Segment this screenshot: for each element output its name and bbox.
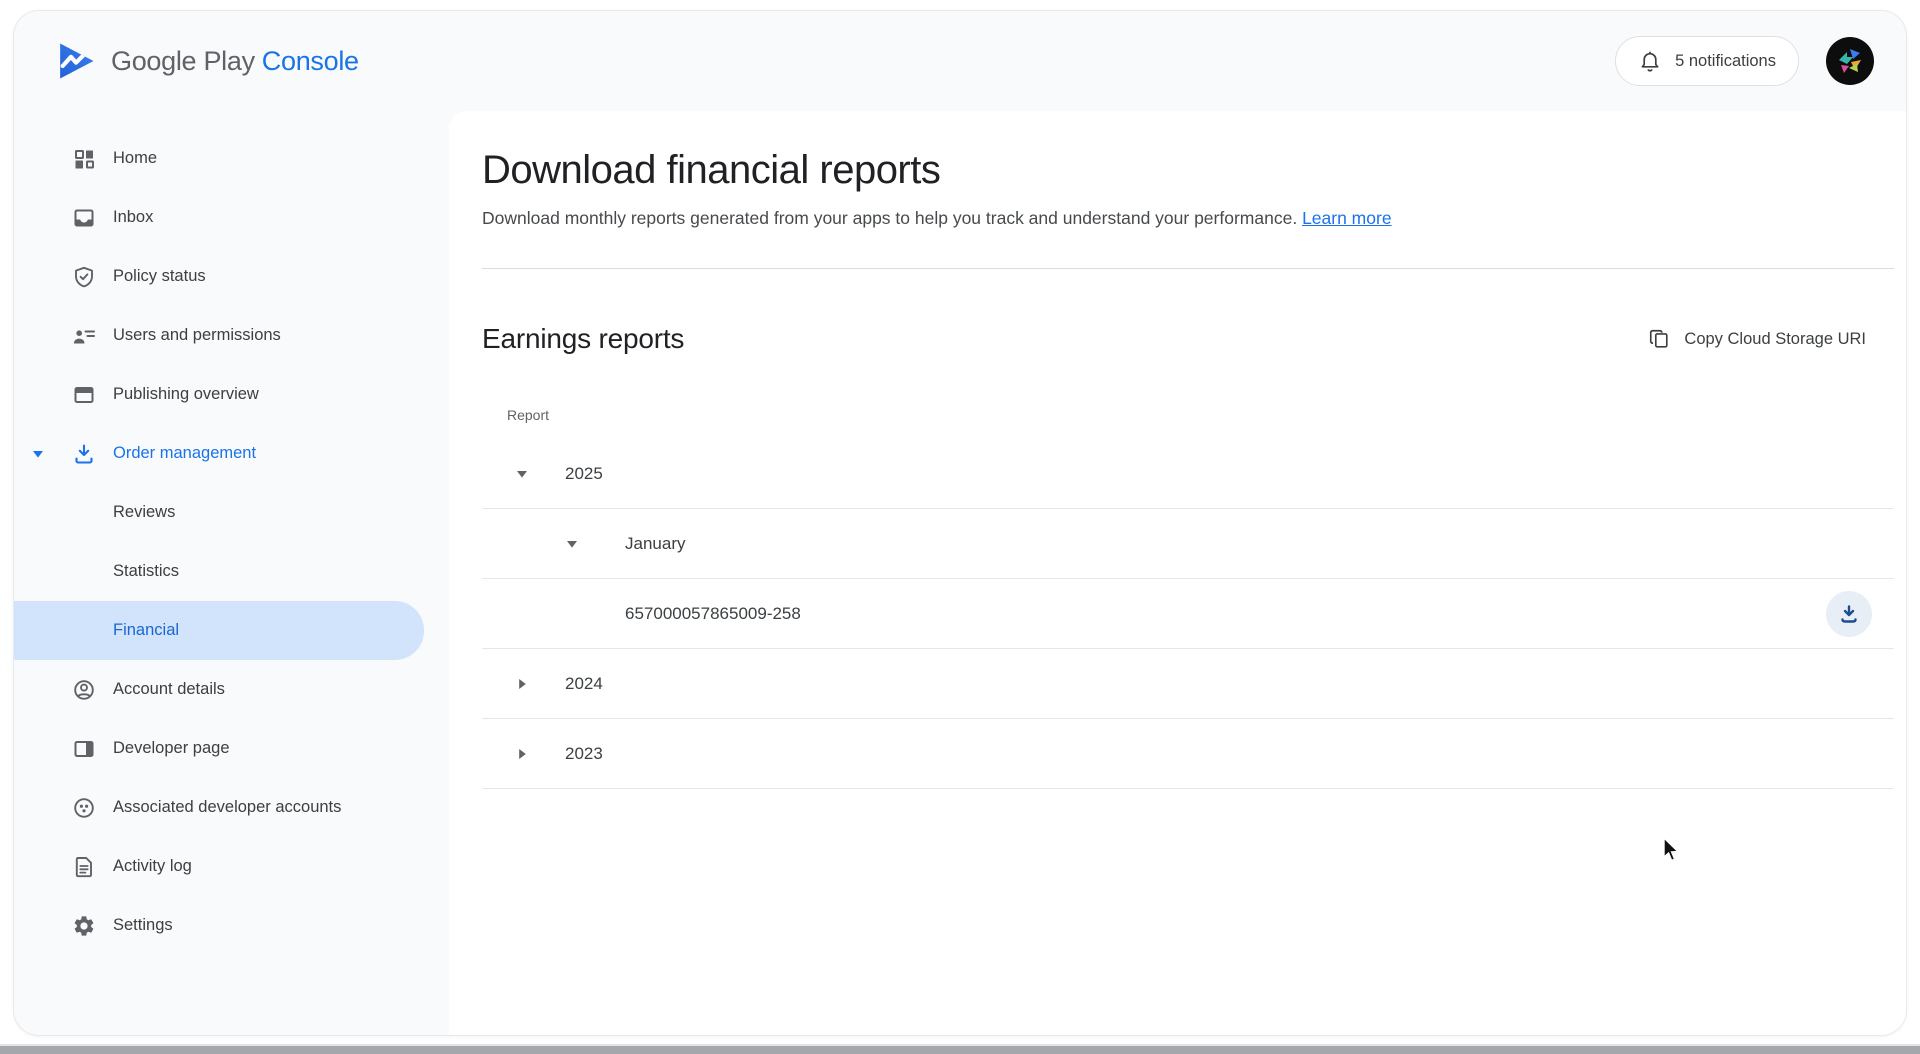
activity-log-icon: [72, 855, 96, 879]
download-icon: [72, 442, 96, 466]
earnings-reports-table: Report 2025January657000057865009-258202…: [482, 407, 1894, 789]
shield-check-icon: [72, 265, 96, 289]
row-label: 2024: [565, 674, 603, 694]
dashboard-icon: [72, 147, 96, 171]
section-divider: [482, 268, 1894, 269]
download-report-button[interactable]: [1826, 591, 1872, 637]
sidebar-item-reviews[interactable]: Reviews: [14, 483, 449, 542]
sidebar-item-financial[interactable]: Financial: [14, 601, 424, 660]
google-play-console-logo[interactable]: Google PlayConsole: [56, 40, 359, 82]
logo-suffix-text: Console: [262, 46, 359, 76]
learn-more-link[interactable]: Learn more: [1302, 208, 1392, 228]
download-file-icon: [1837, 602, 1861, 626]
page-subtitle: Download monthly reports generated from …: [482, 206, 1894, 230]
sidebar-item-label: Developer page: [113, 739, 230, 758]
sidebar-item-publishing-overview[interactable]: Publishing overview: [14, 365, 449, 424]
year-row-2025: 2025: [482, 439, 1894, 509]
earnings-reports-title: Earnings reports: [482, 323, 684, 355]
sidebar-item-label: Reviews: [113, 503, 175, 522]
sidebar-item-statistics[interactable]: Statistics: [14, 542, 449, 601]
year-row-2024: 2024: [482, 649, 1894, 719]
collapse-caret-icon[interactable]: [516, 468, 528, 480]
sidebar-nav: Home Inbox Policy status Users and permissi…: [14, 111, 449, 1035]
expand-caret-icon[interactable]: [516, 678, 528, 690]
gear-icon: [72, 914, 96, 938]
sidebar-item-policy-status[interactable]: Policy status: [14, 247, 449, 306]
row-label: 657000057865009-258: [625, 604, 801, 624]
notifications-label: 5 notifications: [1675, 52, 1776, 71]
bell-icon: [1638, 49, 1662, 73]
account-icon: [72, 678, 96, 702]
sidebar-item-label: Order management: [113, 444, 256, 463]
main-content: Download financial reports Download mont…: [449, 111, 1906, 1035]
sidebar-item-label: Home: [113, 149, 157, 168]
collapse-caret-icon[interactable]: [566, 538, 578, 550]
sidebar-item-label: Publishing overview: [113, 385, 259, 404]
sidebar-item-label: Policy status: [113, 267, 206, 286]
logo-brand-text: Google Play: [111, 46, 255, 76]
sidebar-item-label: Users and permissions: [113, 326, 281, 345]
play-console-logo-icon: [56, 40, 96, 82]
sidebar-item-label: Statistics: [113, 562, 179, 581]
sidebar-item-developer-page[interactable]: Developer page: [14, 719, 449, 778]
sidebar-item-label: Account details: [113, 680, 225, 699]
row-label: January: [625, 534, 685, 554]
report-column-header: Report: [482, 407, 1894, 439]
sidebar-item-activity-log[interactable]: Activity log: [14, 837, 449, 896]
subtitle-text: Download monthly reports generated from …: [482, 208, 1297, 228]
sidebar-item-users-and-permissions[interactable]: Users and permissions: [14, 306, 449, 365]
sidebar-item-label: Settings: [113, 916, 173, 935]
sidebar-item-inbox[interactable]: Inbox: [14, 188, 449, 247]
avatar-logo-icon: [1833, 44, 1867, 78]
sidebar-item-order-management[interactable]: Order management: [14, 424, 449, 483]
sidebar-item-associated-developer-accounts[interactable]: Associated developer accounts: [14, 778, 449, 837]
row-label: 2023: [565, 744, 603, 764]
logo-wordmark: Google PlayConsole: [111, 46, 359, 77]
sidebar-item-home[interactable]: Home: [14, 129, 449, 188]
notifications-button[interactable]: 5 notifications: [1615, 36, 1799, 86]
sidebar-item-account-details[interactable]: Account details: [14, 660, 449, 719]
expand-caret-icon[interactable]: [32, 448, 44, 460]
sidebar-item-label: Financial: [113, 621, 179, 640]
page-title: Download financial reports: [482, 147, 1894, 193]
expand-caret-icon[interactable]: [516, 748, 528, 760]
inbox-icon: [72, 206, 96, 230]
sidebar-item-label: Inbox: [113, 208, 153, 227]
users-icon: [72, 324, 96, 348]
report-rows: 2025 January 657000057865009-258 2024 2023: [482, 439, 1894, 789]
sidebar-item-label: Associated developer accounts: [113, 798, 341, 817]
play-console-window: Google PlayConsole 5 notifications: [13, 10, 1907, 1036]
month-row-january: January: [482, 509, 1894, 579]
associated-accounts-icon: [72, 796, 96, 820]
copy-button-label: Copy Cloud Storage URI: [1684, 330, 1866, 349]
publishing-icon: [72, 383, 96, 407]
screen-bottom-edge: [0, 1046, 1920, 1054]
year-row-2023: 2023: [482, 719, 1894, 789]
sidebar-item-label: Activity log: [113, 857, 192, 876]
account-avatar[interactable]: [1826, 37, 1874, 85]
report-file-row: 657000057865009-258: [482, 579, 1894, 649]
row-label: 2025: [565, 464, 603, 484]
copy-cloud-storage-uri-button[interactable]: Copy Cloud Storage URI: [1648, 328, 1866, 350]
sidebar-item-settings[interactable]: Settings: [14, 896, 449, 955]
developer-page-icon: [72, 737, 96, 761]
top-bar: Google PlayConsole 5 notifications: [14, 11, 1906, 111]
copy-icon: [1648, 328, 1670, 350]
